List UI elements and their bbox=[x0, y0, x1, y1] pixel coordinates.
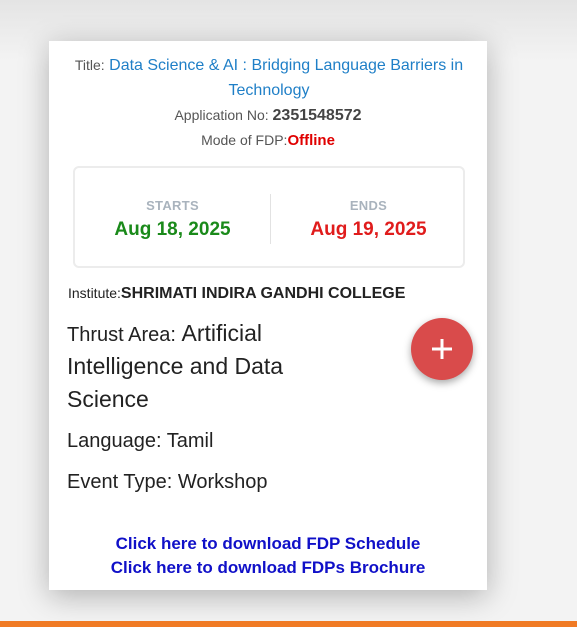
title-label: Title: bbox=[74, 57, 105, 73]
fdp-title: Data Science & AI : Bridging Language Ba… bbox=[109, 57, 464, 99]
language-label: Language: bbox=[67, 430, 162, 452]
start-date: Aug 18, 2025 bbox=[114, 219, 231, 240]
event-type-line: Event Type: Workshop bbox=[67, 471, 268, 494]
bottom-accent-bar bbox=[0, 621, 577, 627]
institute-name: SHRIMATI INDIRA GANDHI COLLEGE bbox=[120, 285, 406, 302]
add-button[interactable] bbox=[411, 318, 473, 380]
application-label: Application No: bbox=[174, 107, 269, 123]
end-date-column: ENDS Aug 19, 2025 bbox=[271, 198, 466, 241]
ends-label: ENDS bbox=[349, 198, 388, 213]
application-number-line: Application No: 2351548572 bbox=[49, 105, 487, 126]
end-date: Aug 19, 2025 bbox=[310, 219, 427, 240]
download-schedule-link[interactable]: Click here to download FDP Schedule bbox=[49, 532, 487, 556]
language-value: Tamil bbox=[166, 430, 214, 452]
mode-value: Offline bbox=[287, 132, 335, 149]
language-line: Language: Tamil bbox=[67, 430, 213, 453]
thrust-area-label: Thrust Area: bbox=[67, 324, 176, 346]
institute-label: Institute: bbox=[68, 285, 121, 301]
download-brochure-link[interactable]: Click here to download FDPs Brochure bbox=[49, 556, 487, 580]
plus-icon bbox=[432, 339, 452, 359]
download-links: Click here to download FDP Schedule Clic… bbox=[49, 532, 487, 580]
application-number: 2351548572 bbox=[272, 107, 362, 124]
date-range-box: STARTS Aug 18, 2025 ENDS Aug 19, 2025 bbox=[73, 166, 465, 268]
fdp-title-line: Title: Data Science & AI : Bridging Lang… bbox=[69, 53, 469, 103]
fdp-card: Title: Data Science & AI : Bridging Lang… bbox=[49, 41, 487, 590]
event-type-value: Workshop bbox=[177, 471, 268, 493]
start-date-column: STARTS Aug 18, 2025 bbox=[75, 198, 270, 241]
institute-line: Institute:SHRIMATI INDIRA GANDHI COLLEGE bbox=[68, 285, 405, 303]
starts-label: STARTS bbox=[146, 198, 199, 213]
thrust-area-line: Thrust Area: Artificial Intelligence and… bbox=[67, 318, 327, 417]
event-type-label: Event Type: bbox=[67, 471, 173, 493]
mode-line: Mode of FDP:Offline bbox=[49, 130, 487, 151]
mode-label: Mode of FDP: bbox=[201, 132, 288, 148]
